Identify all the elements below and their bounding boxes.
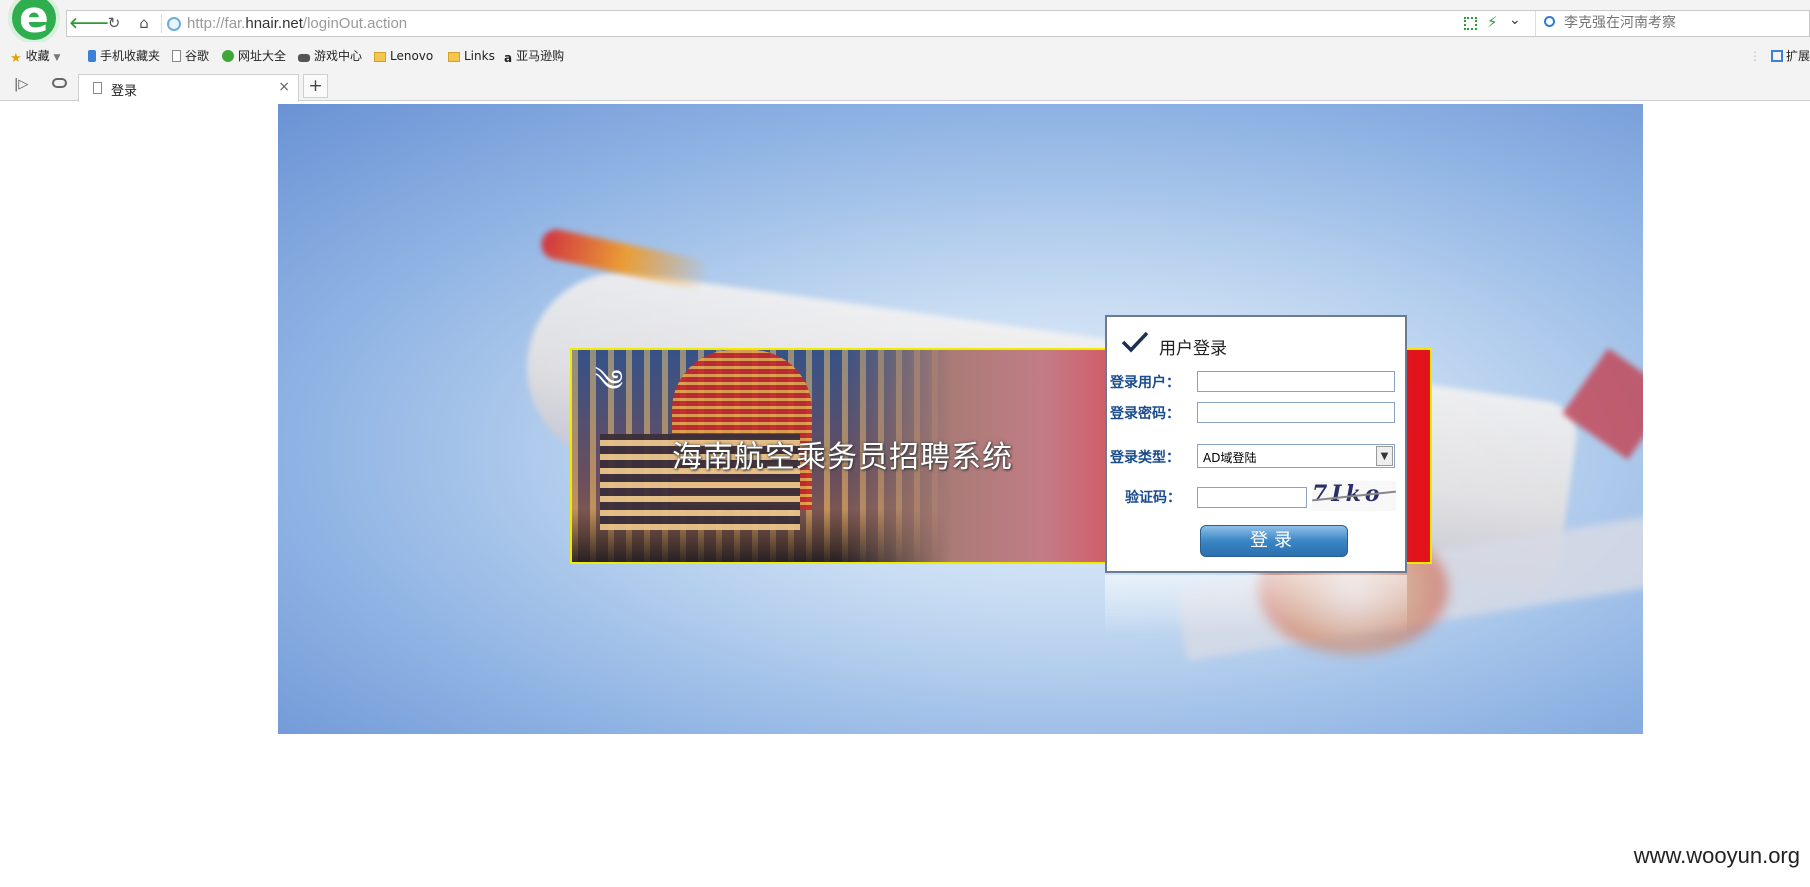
search-icon[interactable]	[1544, 16, 1555, 27]
extensions-icon	[1770, 50, 1783, 62]
site-security-icon[interactable]	[167, 17, 181, 31]
search-input[interactable]	[1564, 13, 1804, 33]
url-domain: hnair.net	[245, 15, 303, 32]
bookmark-links[interactable]: Links	[448, 48, 495, 64]
login-type-value: AD域登陆	[1203, 451, 1257, 465]
qr-code-icon[interactable]	[1464, 17, 1477, 30]
url-field[interactable]: http://far.hnair.net/loginOut.action	[187, 14, 407, 34]
bookmark-favorites[interactable]: ★ 收藏 ▼	[10, 48, 60, 66]
more-icon[interactable]: ⋮	[1749, 49, 1761, 63]
bookmark-label: 谷歌	[185, 49, 210, 63]
extensions-label: 扩展	[1785, 49, 1810, 63]
bookmark-google[interactable]: 谷歌	[172, 48, 209, 64]
captcha-field[interactable]	[1197, 487, 1307, 508]
username-field[interactable]	[1197, 371, 1395, 392]
amazon-icon: a	[504, 51, 513, 65]
reload-button[interactable]: ↻	[99, 13, 129, 34]
username-label: 登录用户：	[1110, 375, 1180, 391]
new-tab-button[interactable]: +	[303, 74, 328, 98]
page-icon	[172, 50, 181, 62]
folder-icon	[374, 52, 386, 62]
password-field[interactable]	[1197, 402, 1395, 423]
address-bar[interactable]: 🡐 ↻ ⌂ http://far.hnair.net/loginOut.acti…	[66, 10, 1810, 37]
home-button[interactable]: ⌂	[129, 13, 159, 34]
phone-icon	[88, 50, 96, 62]
extensions-button[interactable]: ⋮ 扩展	[1749, 47, 1810, 64]
bookmark-label: Links	[464, 49, 495, 63]
sidebar-toggle-icon[interactable]: |▷	[14, 77, 28, 92]
captcha-image[interactable]: 7Iko	[1312, 481, 1396, 511]
divider	[161, 14, 162, 33]
banner-title: 海南航空乘务员招聘系统	[672, 440, 1013, 475]
password-label: 登录密码：	[1110, 406, 1180, 422]
bookmark-label: 收藏	[25, 49, 50, 63]
login-panel-reflection	[1105, 575, 1407, 635]
watermark: www.wooyun.org	[1633, 843, 1800, 868]
bookmark-games[interactable]: 游戏中心	[298, 48, 362, 64]
bookmark-label: 游戏中心	[314, 49, 363, 63]
chevron-down-icon[interactable]: ⌄	[1509, 12, 1521, 28]
chevron-down-icon[interactable]: ▼	[1376, 446, 1393, 466]
login-title: 用户登录	[1159, 339, 1227, 359]
folder-icon	[448, 52, 460, 62]
star-icon: ★	[10, 51, 22, 66]
bookmark-hao123[interactable]: 网址大全	[222, 48, 286, 64]
cloud-icon[interactable]	[52, 78, 67, 88]
globe-icon	[222, 50, 234, 62]
login-button[interactable]: 登录	[1200, 525, 1348, 557]
login-type-label: 登录类型：	[1110, 450, 1180, 466]
hainan-airlines-logo-icon: ༄	[594, 364, 624, 399]
bookmark-label: Lenovo	[390, 49, 434, 63]
bookmark-mobile[interactable]: 手机收藏夹	[88, 48, 160, 64]
browser-logo-icon[interactable]: e	[8, 0, 60, 44]
gamepad-icon	[298, 54, 310, 62]
browser-toolbar: e 🡐 ↻ ⌂ http://far.hnair.net/loginOut.ac…	[0, 0, 1810, 44]
close-icon[interactable]: ×	[278, 79, 290, 95]
page-icon	[93, 82, 102, 94]
search-box[interactable]	[1535, 11, 1810, 36]
bookmarks-bar: ★ 收藏 ▼ 手机收藏夹 谷歌 网址大全 游戏中心 Lenovo Links a亚…	[0, 42, 1810, 70]
bookmark-lenovo[interactable]: Lenovo	[374, 48, 433, 64]
captcha-label: 验证码：	[1125, 490, 1181, 506]
bookmark-amazon[interactable]: a 亚马逊购	[504, 48, 565, 65]
login-type-select[interactable]: AD域登陆 ▼	[1197, 444, 1395, 468]
tab-title: 登录	[111, 84, 138, 99]
bookmark-label: 手机收藏夹	[100, 49, 161, 63]
url-path: /loginOut.action	[302, 15, 408, 32]
bookmark-label: 亚马逊购	[516, 49, 565, 63]
back-button[interactable]: 🡐	[69, 13, 109, 34]
checkmark-icon	[1121, 331, 1149, 353]
tab-login[interactable]: 登录 ×	[78, 74, 299, 102]
tab-bar: |▷ 登录 × +	[0, 70, 1810, 102]
url-prefix: http://far.	[187, 15, 246, 32]
bookmark-label: 网址大全	[238, 49, 287, 63]
login-panel: 用户登录 登录用户： 登录密码： 登录类型： AD域登陆 ▼ 验证码： 7Iko…	[1105, 315, 1407, 573]
speed-mode-icon[interactable]: ⚡	[1487, 13, 1498, 31]
chevron-down-icon[interactable]: ▼	[54, 53, 61, 63]
